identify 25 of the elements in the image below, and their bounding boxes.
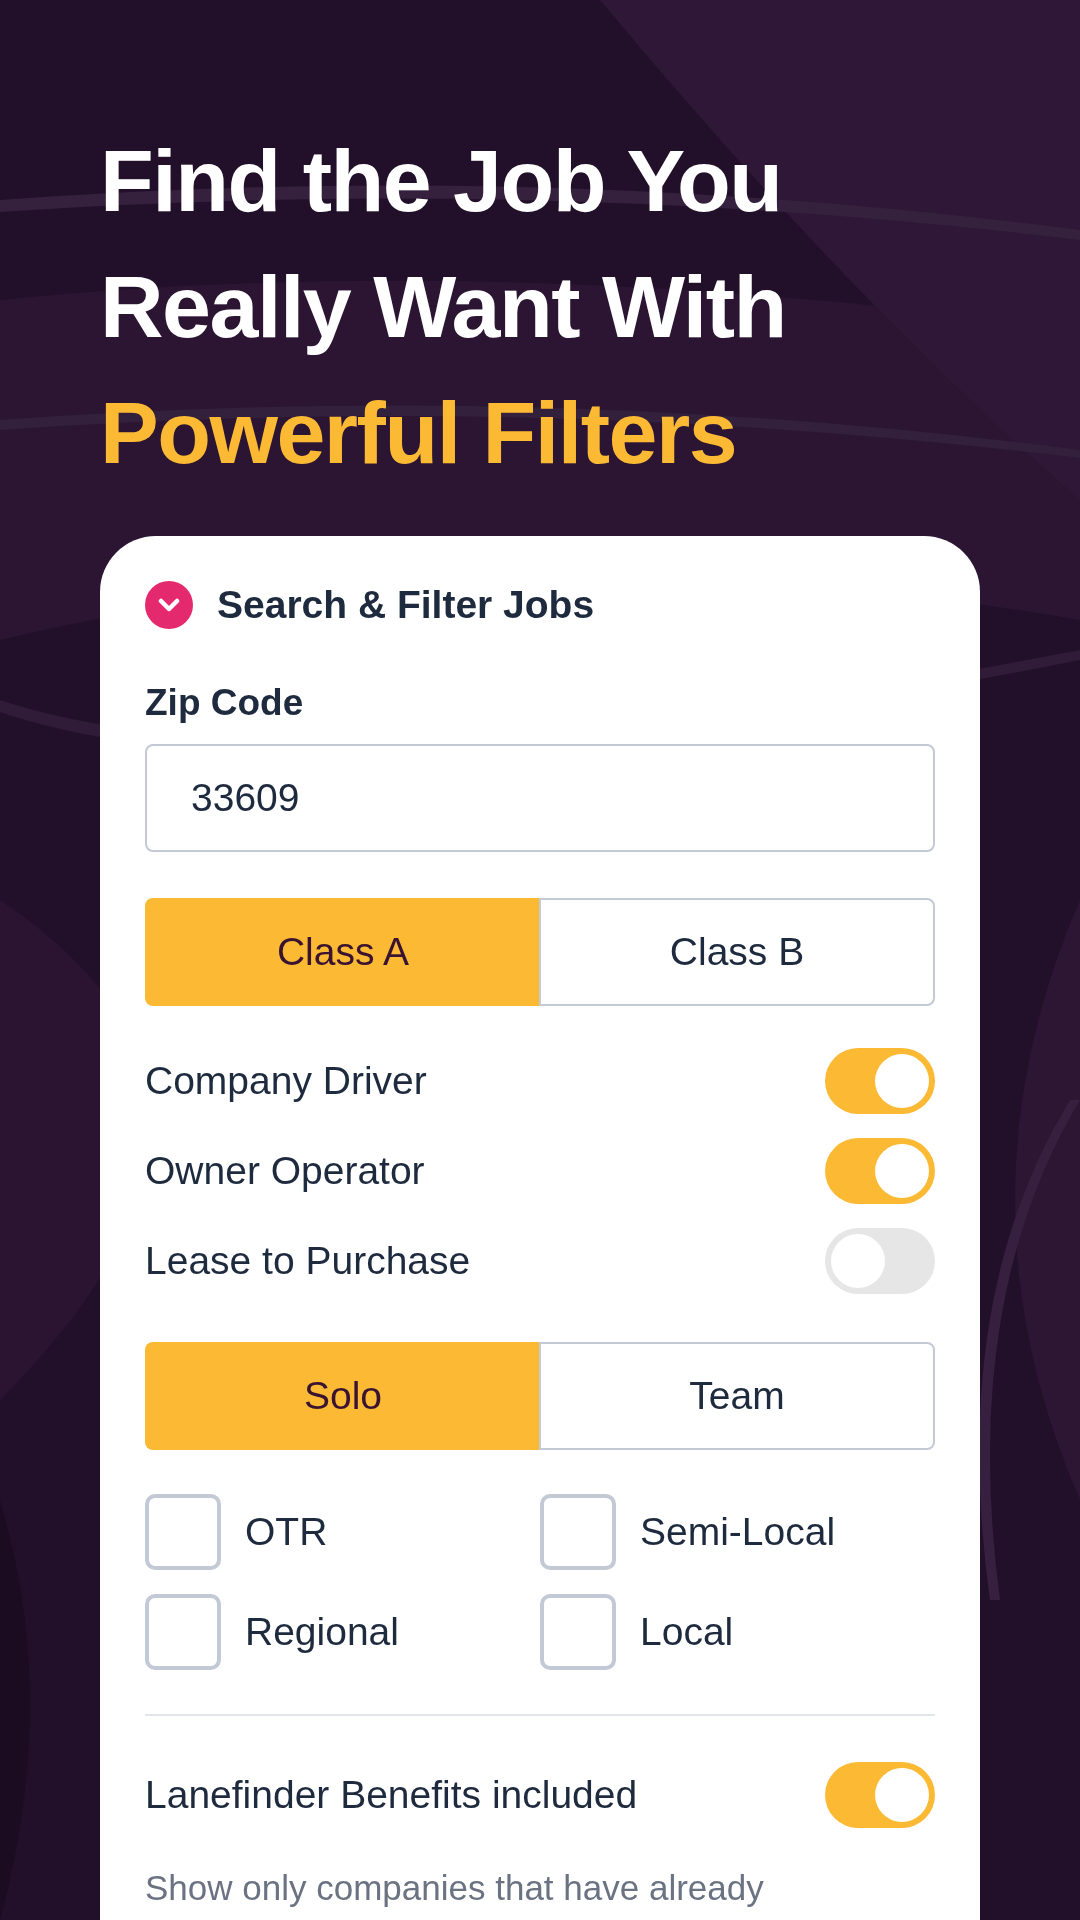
checkbox-label: Regional [245,1608,399,1655]
field-label: Zip Code [145,680,305,725]
headline-highlight: Powerful Filters [100,382,738,484]
chevron-down-icon [158,598,180,613]
toggle-label: Lanefinder Benefits included [145,1771,638,1818]
headline: Find the Job You [100,130,783,232]
checkbox-label: OTR [245,1508,328,1555]
headline: Really Want With [100,256,787,358]
checkbox[interactable] [145,1594,221,1670]
benefits-description: Show only companies that have already [145,1867,765,1909]
segment-tab[interactable]: Class B [539,898,935,1006]
checkbox-label: Semi-Local [640,1508,836,1555]
toggle-label: Company Driver [145,1057,427,1104]
segment-tab[interactable]: Solo [145,1342,539,1450]
panel-title: Search & Filter Jobs [217,582,595,628]
toggle-label: Owner Operator [145,1147,425,1194]
zip-code-field[interactable]: 33609 [145,744,935,852]
checkbox[interactable] [145,1494,221,1570]
segment-tab[interactable]: Class A [145,898,539,1006]
collapse-toggle[interactable] [145,581,193,630]
checkbox[interactable] [540,1494,616,1570]
checkbox[interactable] [540,1594,616,1670]
checkbox-label: Local [640,1608,734,1655]
segment-tab[interactable]: Team [539,1342,935,1450]
toggle-label: Lease to Purchase [145,1237,471,1284]
